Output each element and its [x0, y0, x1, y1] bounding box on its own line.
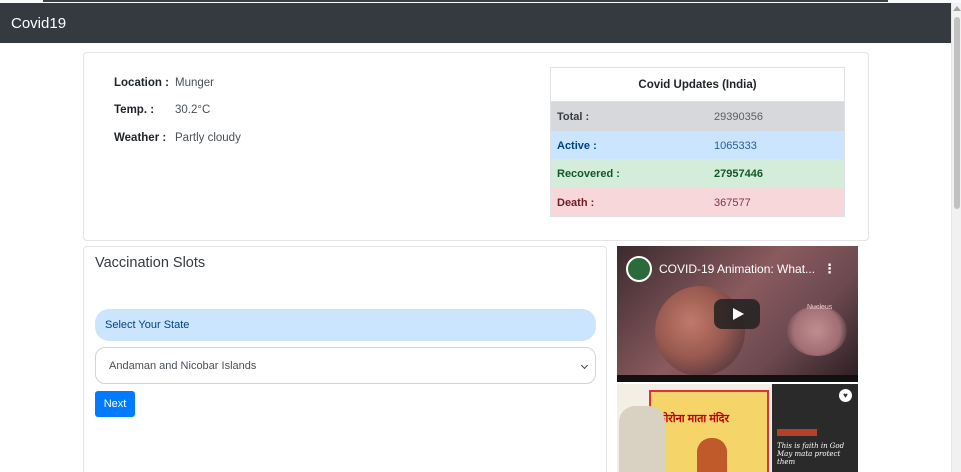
death-value: 367577	[714, 196, 751, 209]
total-value: 29390356	[714, 111, 763, 123]
navbar-brand[interactable]: Covid19	[11, 15, 66, 32]
next-button[interactable]: Next	[95, 391, 135, 417]
vaccination-title: Vaccination Slots	[95, 255, 206, 271]
chevron-down-icon	[580, 361, 589, 370]
video-embed-corona-mata[interactable]: कोरोना माता मंदिर ♥ This is faith in God…	[617, 384, 858, 472]
person-figure	[619, 406, 665, 472]
play-button-icon[interactable]	[714, 299, 760, 329]
covid-updates-title: Covid Updates (India)	[551, 68, 844, 102]
top-strip-bar	[43, 0, 888, 2]
temperature-label: Temp. :	[114, 104, 155, 116]
weather-label: Weather :	[114, 132, 167, 144]
page-scrollbar[interactable]	[951, 3, 961, 472]
weather-value: Partly cloudy	[175, 132, 241, 144]
channel-avatar-icon[interactable]	[626, 256, 652, 282]
shrine-figure	[697, 438, 727, 472]
location-value: Munger	[175, 77, 214, 89]
select-state-label: Select Your State	[95, 309, 596, 341]
recovered-label: Recovered :	[557, 168, 620, 180]
navbar: Covid19	[0, 3, 951, 43]
more-vert-icon[interactable]: ⋮	[823, 261, 836, 277]
state-select[interactable]: Andaman and Nicobar Islands	[95, 347, 596, 384]
scroll-up-arrow-icon[interactable]	[953, 6, 961, 11]
weather-and-updates-card: Location : Munger Temp. : 30.2°C Weather…	[83, 52, 869, 241]
location-label: Location :	[114, 77, 169, 89]
temperature-value: 30.2°C	[175, 104, 211, 116]
video-watermark: Nucleus	[807, 304, 833, 311]
scroll-thumb[interactable]	[954, 17, 960, 209]
video-bottom-bar	[617, 375, 858, 382]
recovered-value: 27957446	[714, 168, 763, 180]
video-caption: This is faith in God May mata protect th…	[777, 442, 845, 466]
video-embed-covid-animation[interactable]: COVID-19 Animation: What... ⋮ Nucleus	[617, 246, 858, 382]
death-label: Death :	[557, 196, 595, 209]
selected-state: Andaman and Nicobar Islands	[109, 359, 257, 372]
active-value: 1065333	[714, 139, 757, 152]
vaccination-slots-card: Vaccination Slots Select Your State Anda…	[83, 246, 607, 472]
channel-badge	[777, 429, 817, 436]
active-label: Active :	[557, 139, 597, 152]
video-title[interactable]: COVID-19 Animation: What...	[659, 262, 815, 276]
total-label: Total :	[557, 111, 590, 123]
heart-icon[interactable]: ♥	[839, 389, 852, 402]
covid-row-active: Active : 1065333	[551, 130, 844, 159]
poster-title: कोरोना माता मंदिर	[657, 413, 730, 425]
covid-row-recovered: Recovered : 27957446	[551, 159, 844, 188]
covid-row-total: Total : 29390356	[551, 102, 844, 131]
cell-illustration	[787, 306, 847, 356]
covid-row-death: Death : 367577	[551, 187, 844, 216]
covid-updates-table: Covid Updates (India) Total : 29390356 A…	[550, 67, 845, 217]
